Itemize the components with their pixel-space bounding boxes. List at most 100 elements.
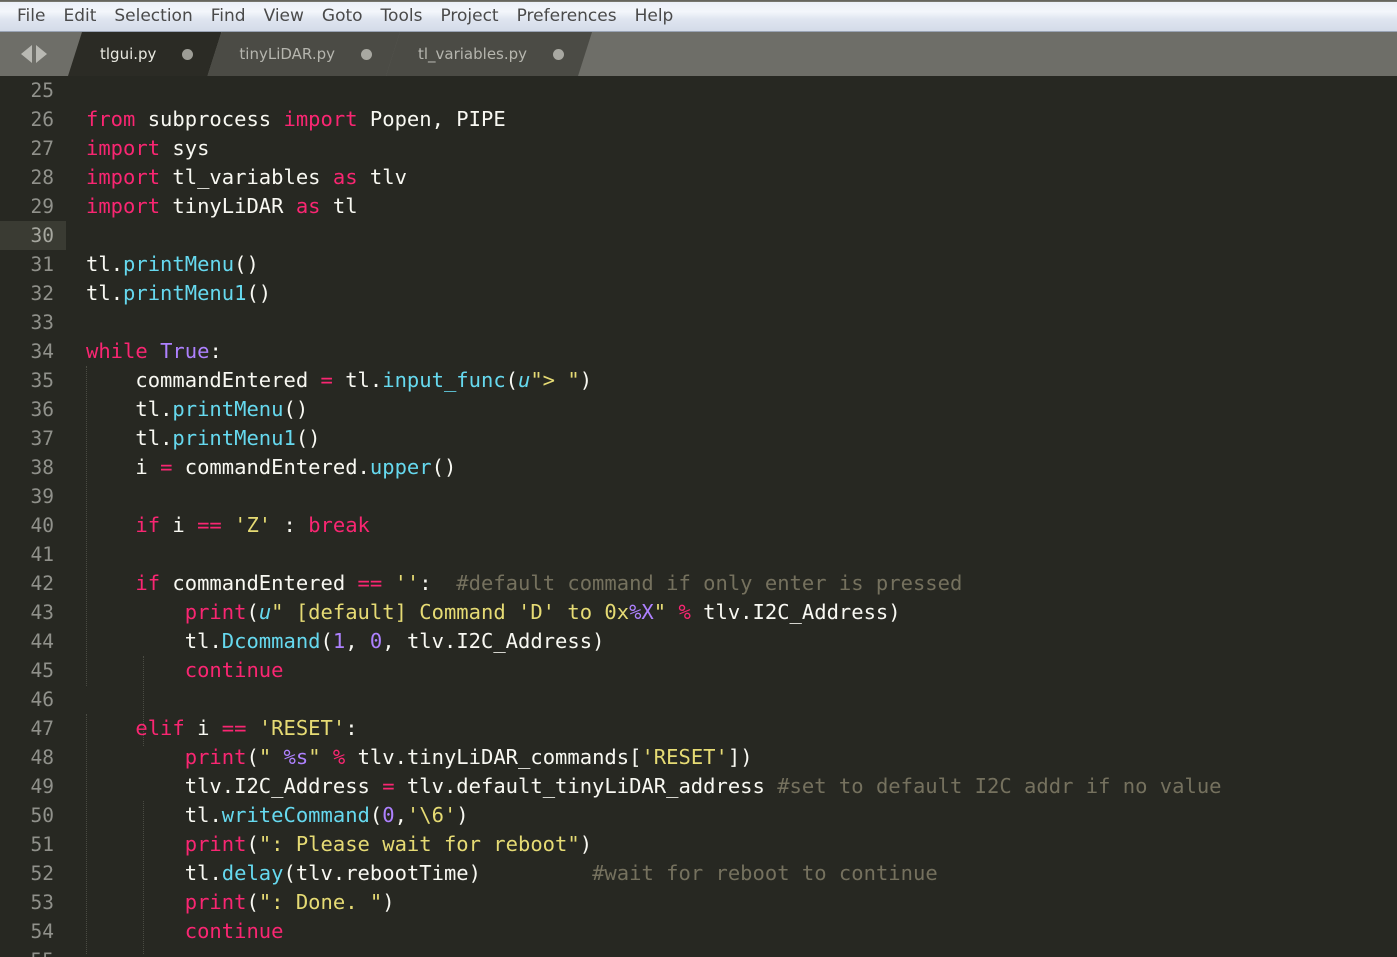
- code-line[interactable]: 42 if commandEntered == '': #default com…: [0, 569, 1397, 598]
- code-line-content[interactable]: tlv.I2C_Address = tlv.default_tinyLiDAR_…: [66, 772, 1397, 801]
- code-line-content[interactable]: print(u" [default] Command 'D' to 0x%X" …: [66, 598, 1397, 627]
- code-line-content[interactable]: commandEntered = tl.input_func(u"> "): [66, 366, 1397, 395]
- menu-item-view[interactable]: View: [255, 1, 313, 31]
- code-line[interactable]: 31 tl.printMenu(): [0, 250, 1397, 279]
- menu-item-preferences[interactable]: Preferences: [508, 1, 626, 31]
- line-number: 33: [30, 311, 54, 334]
- code-line-content[interactable]: from subprocess import Popen, PIPE: [66, 105, 1397, 134]
- line-number: 45: [30, 659, 54, 682]
- code-line[interactable]: 48 print(" %s" % tlv.tinyLiDAR_commands[…: [0, 743, 1397, 772]
- tab-label: tinyLiDAR.py: [239, 45, 335, 63]
- code-line-content[interactable]: i = commandEntered.upper(): [66, 453, 1397, 482]
- chevron-left-icon[interactable]: [21, 45, 32, 63]
- code-line-content[interactable]: if i == 'Z' : break: [66, 511, 1397, 540]
- code-line-content[interactable]: if commandEntered == '': #default comman…: [66, 569, 1397, 598]
- code-line[interactable]: 28 import tl_variables as tlv: [0, 163, 1397, 192]
- line-number: 34: [30, 340, 54, 363]
- tab-modified-dot-icon[interactable]: [182, 48, 194, 60]
- code-line[interactable]: 25: [0, 76, 1397, 105]
- code-line[interactable]: 55: [0, 946, 1397, 957]
- code-line[interactable]: 50 tl.writeCommand(0,'\6'): [0, 801, 1397, 830]
- code-line[interactable]: 52 tl.delay(tlv.rebootTime) #wait for re…: [0, 859, 1397, 888]
- code-line[interactable]: 54 continue: [0, 917, 1397, 946]
- code-line[interactable]: 38 i = commandEntered.upper(): [0, 453, 1397, 482]
- menu-item-project[interactable]: Project: [431, 1, 507, 31]
- code-line[interactable]: 34 while True:: [0, 337, 1397, 366]
- code-line-content[interactable]: elif i == 'RESET':: [66, 714, 1397, 743]
- line-number: 36: [30, 398, 54, 421]
- code-line[interactable]: 29 import tinyLiDAR as tl: [0, 192, 1397, 221]
- tab-modified-dot-icon[interactable]: [553, 48, 565, 60]
- code-line-content[interactable]: print(": Please wait for reboot"): [66, 830, 1397, 859]
- code-line[interactable]: 30: [0, 221, 1397, 250]
- line-number: 52: [30, 862, 54, 885]
- line-number: 41: [30, 543, 54, 566]
- code-line-content[interactable]: tl.printMenu1(): [66, 424, 1397, 453]
- code-line[interactable]: 53 print(": Done. "): [0, 888, 1397, 917]
- tab-tlgui-py[interactable]: tlgui.py: [68, 32, 221, 76]
- menu-item-find[interactable]: Find: [202, 1, 255, 31]
- code-line[interactable]: 49 tlv.I2C_Address = tlv.default_tinyLiD…: [0, 772, 1397, 801]
- tab-tl-variables-py[interactable]: tl_variables.py: [386, 32, 592, 76]
- line-number: 42: [30, 572, 54, 595]
- code-lines-container[interactable]: 25 26 from subprocess import Popen, PIPE 27…: [0, 76, 1397, 957]
- code-line[interactable]: 51 print(": Please wait for reboot"): [0, 830, 1397, 859]
- code-line-content[interactable]: while True:: [66, 337, 1397, 366]
- code-line[interactable]: 43 print(u" [default] Command 'D' to 0x%…: [0, 598, 1397, 627]
- code-line[interactable]: 45 continue: [0, 656, 1397, 685]
- line-number: 50: [30, 804, 54, 827]
- tab-bar: tlgui.py tinyLiDAR.py tl_variables.py: [0, 32, 1397, 76]
- code-line-content[interactable]: tl.printMenu1(): [66, 279, 1397, 308]
- menu-item-tools[interactable]: Tools: [372, 1, 432, 31]
- code-line-content[interactable]: import tinyLiDAR as tl: [66, 192, 1397, 221]
- code-editor[interactable]: 25 26 from subprocess import Popen, PIPE 27…: [0, 76, 1397, 957]
- code-line-content[interactable]: tl.delay(tlv.rebootTime) #wait for reboo…: [66, 859, 1397, 888]
- code-line-content[interactable]: continue: [66, 656, 1397, 685]
- code-line[interactable]: 27 import sys: [0, 134, 1397, 163]
- menu-item-goto[interactable]: Goto: [313, 1, 372, 31]
- code-line-content[interactable]: continue: [66, 917, 1397, 946]
- line-number: 40: [30, 514, 54, 537]
- tab-navigation[interactable]: [0, 32, 68, 76]
- code-line[interactable]: 39: [0, 482, 1397, 511]
- code-line[interactable]: 40 if i == 'Z' : break: [0, 511, 1397, 540]
- tab-tinylidar-py[interactable]: tinyLiDAR.py: [207, 32, 400, 76]
- code-line-content[interactable]: tl.Dcommand(1, 0, tlv.I2C_Address): [66, 627, 1397, 656]
- code-line[interactable]: 35 commandEntered = tl.input_func(u"> "): [0, 366, 1397, 395]
- line-number: 53: [30, 891, 54, 914]
- line-number: 48: [30, 746, 54, 769]
- line-number: 39: [30, 485, 54, 508]
- menu-item-edit[interactable]: Edit: [54, 1, 105, 31]
- line-number: 55: [0, 946, 66, 957]
- code-line[interactable]: 32 tl.printMenu1(): [0, 279, 1397, 308]
- code-line-content[interactable]: tl.printMenu(): [66, 250, 1397, 279]
- code-line-content[interactable]: print(" %s" % tlv.tinyLiDAR_commands['RE…: [66, 743, 1397, 772]
- code-line[interactable]: 41: [0, 540, 1397, 569]
- menu-bar: File Edit Selection Find View Goto Tools…: [0, 0, 1397, 32]
- code-line-content[interactable]: print(": Done. "): [66, 888, 1397, 917]
- code-line[interactable]: 37 tl.printMenu1(): [0, 424, 1397, 453]
- menu-item-selection[interactable]: Selection: [105, 1, 201, 31]
- code-line[interactable]: 36 tl.printMenu(): [0, 395, 1397, 424]
- chevron-right-icon[interactable]: [36, 45, 47, 63]
- code-line[interactable]: 26 from subprocess import Popen, PIPE: [0, 105, 1397, 134]
- code-line[interactable]: 47 elif i == 'RESET':: [0, 714, 1397, 743]
- line-number: 29: [30, 195, 54, 218]
- line-number: 27: [30, 137, 54, 160]
- code-line[interactable]: 33: [0, 308, 1397, 337]
- code-line-content[interactable]: tl.printMenu(): [66, 395, 1397, 424]
- code-line-content[interactable]: import tl_variables as tlv: [66, 163, 1397, 192]
- line-number: 25: [30, 79, 54, 102]
- line-number: 28: [30, 166, 54, 189]
- code-line[interactable]: 46: [0, 685, 1397, 714]
- code-line[interactable]: 44 tl.Dcommand(1, 0, tlv.I2C_Address): [0, 627, 1397, 656]
- menu-item-file[interactable]: File: [8, 1, 54, 31]
- menu-item-help[interactable]: Help: [626, 1, 683, 31]
- code-line-content[interactable]: tl.writeCommand(0,'\6'): [66, 801, 1397, 830]
- tab-label: tl_variables.py: [417, 45, 528, 63]
- code-line-content[interactable]: import sys: [66, 134, 1397, 163]
- line-number: 26: [30, 108, 54, 131]
- line-number: 32: [30, 282, 54, 305]
- line-number: 37: [30, 427, 54, 450]
- tab-modified-dot-icon[interactable]: [360, 48, 372, 60]
